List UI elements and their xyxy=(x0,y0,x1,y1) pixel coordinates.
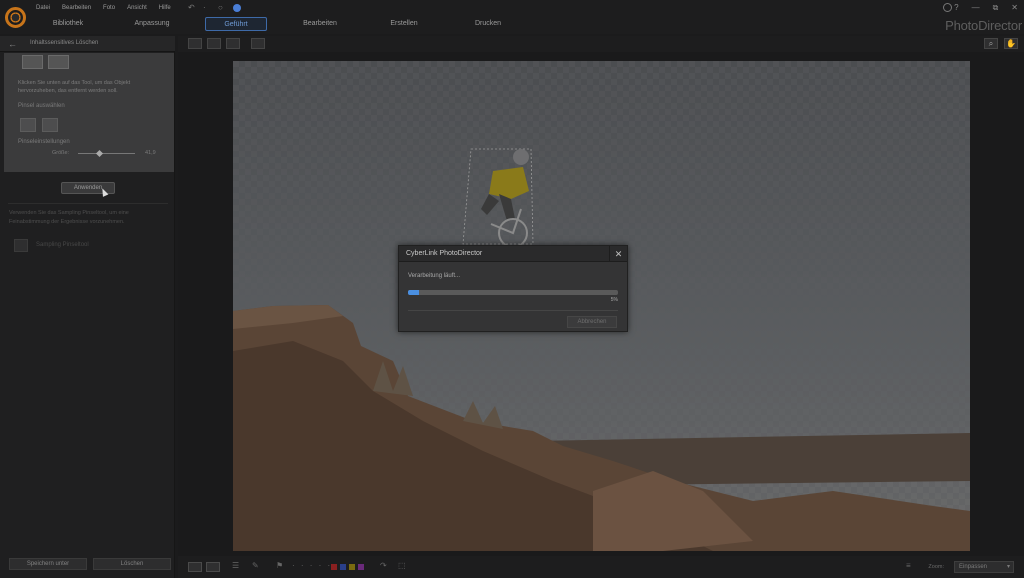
color-label-blue[interactable] xyxy=(340,564,346,570)
tab-drucken[interactable]: Drucken xyxy=(446,17,530,31)
brush-icon[interactable]: ✎ xyxy=(252,561,259,570)
maximize-button[interactable]: ⧉ xyxy=(993,3,999,13)
delete-button[interactable]: Löschen xyxy=(93,558,171,570)
brush-tool-button[interactable] xyxy=(48,55,69,69)
size-slider[interactable] xyxy=(78,149,135,158)
tool-description: Klicken Sie unten auf das Tool, um das O… xyxy=(18,80,131,94)
add-brush-button[interactable] xyxy=(20,118,36,132)
view-toolbar: ⌕ ✋ xyxy=(178,36,1024,52)
tab-gefuehrt[interactable]: Geführt xyxy=(205,17,267,31)
processing-status: Verarbeitung läuft... xyxy=(408,273,461,279)
tab-bibliothek[interactable]: Bibliothek xyxy=(26,17,110,31)
dialog-title-bar: CyberLink PhotoDirector ✕ xyxy=(399,246,627,262)
erase-brush-button[interactable] xyxy=(42,118,58,132)
fullscreen-view-button[interactable] xyxy=(251,38,265,49)
sampling-hint: Verwenden Sie das Sampling Pinseltool, u… xyxy=(9,210,129,225)
redo-icon[interactable]: · xyxy=(203,4,212,12)
help-button[interactable]: ? xyxy=(954,3,958,13)
close-window-button[interactable]: ✕ xyxy=(1011,3,1018,13)
rating-stars[interactable]: · · · · · xyxy=(292,561,332,570)
app-logo-icon xyxy=(5,7,26,28)
undo-icon[interactable]: ↶ xyxy=(188,4,197,12)
size-value: 41,9 xyxy=(145,150,156,156)
module-tabs: Bibliothek Anpassung Geführt Bearbeiten … xyxy=(26,17,530,31)
quick-actions: ↶ · ○ xyxy=(188,4,241,12)
brand-name: PhotoDirector xyxy=(945,18,1022,33)
view-options-icon[interactable]: ≡ xyxy=(906,561,911,570)
title-bar: Datei Bearbeiten Foto Ansicht Hilfe ↶ · … xyxy=(0,0,1024,34)
menu-item-bearbeiten[interactable]: Bearbeiten xyxy=(62,5,91,11)
save-as-button[interactable]: Speichern unter xyxy=(9,558,87,570)
brush-settings-label: Pinseleinstellungen xyxy=(18,139,70,145)
zoom-value: Einpassen xyxy=(959,564,988,570)
color-label-red[interactable] xyxy=(331,564,337,570)
divider xyxy=(8,203,168,204)
back-arrow-icon[interactable]: ← xyxy=(8,39,18,49)
zoom-select[interactable]: Einpassen ▾ xyxy=(954,561,1014,573)
user-account-icon[interactable] xyxy=(943,3,952,12)
tab-erstellen[interactable]: Erstellen xyxy=(362,17,446,31)
menu-item-datei[interactable]: Datei xyxy=(36,5,50,11)
split-view-button[interactable] xyxy=(206,562,220,572)
rotate-icon[interactable]: ↷ xyxy=(380,561,387,570)
menu-item-hilfe[interactable]: Hilfe xyxy=(159,5,171,11)
progress-percent: 5% xyxy=(610,297,618,303)
flag-icon[interactable]: ⚑ xyxy=(276,561,283,570)
menu-item-ansicht[interactable]: Ansicht xyxy=(127,5,147,11)
panel-header: ← Inhaltssensitives Löschen xyxy=(0,36,175,52)
zoom-tool-icon[interactable]: ⌕ xyxy=(984,38,998,49)
single-photo-button[interactable] xyxy=(188,562,202,572)
dialog-title: CyberLink PhotoDirector xyxy=(406,250,483,257)
panel-title: Inhaltssensitives Löschen xyxy=(30,40,99,46)
notification-icon[interactable] xyxy=(233,4,241,12)
dialog-divider xyxy=(408,310,618,311)
brush-select-label: Pinsel auswählen xyxy=(18,103,65,109)
chevron-down-icon: ▾ xyxy=(1006,564,1010,570)
tab-bearbeiten[interactable]: Bearbeiten xyxy=(278,17,362,31)
menu-bar: Datei Bearbeiten Foto Ansicht Hilfe xyxy=(36,5,183,11)
guided-tool-panel: ← Inhaltssensitives Löschen Klicken Sie … xyxy=(0,36,175,578)
list-icon[interactable]: ☰ xyxy=(232,561,239,570)
bottom-toolbar: ☰ ✎ ⚑ · · · · · ↷ ⬚ ≡ Zoom: Einpassen ▾ xyxy=(178,556,1024,578)
zoom-label: Zoom: xyxy=(928,564,944,570)
settings-icon[interactable]: ○ xyxy=(218,4,227,12)
crop-icon[interactable]: ⬚ xyxy=(398,561,406,570)
sampling-brush-label[interactable]: Sampling Pinseltool xyxy=(36,242,89,248)
tab-anpassung[interactable]: Anpassung xyxy=(110,17,194,31)
window-controls: ? — ⧉ ✕ xyxy=(954,3,1018,13)
smart-select-tool-button[interactable] xyxy=(22,55,43,69)
progress-bar xyxy=(408,290,618,295)
grid-view-button[interactable] xyxy=(226,38,240,49)
minimize-button[interactable]: — xyxy=(972,3,980,13)
single-view-button[interactable] xyxy=(207,38,221,49)
size-label: Größe: xyxy=(52,150,70,156)
close-icon[interactable]: ✕ xyxy=(609,246,627,262)
color-label-yellow[interactable] xyxy=(349,564,355,570)
menu-item-foto[interactable]: Foto xyxy=(103,5,115,11)
color-label-purple[interactable] xyxy=(358,564,364,570)
progress-bar-fill xyxy=(408,290,419,295)
compare-view-button[interactable] xyxy=(188,38,202,49)
cancel-button[interactable]: Abbrechen xyxy=(567,316,617,328)
hand-tool-icon[interactable]: ✋ xyxy=(1004,38,1018,49)
sampling-brush-icon[interactable] xyxy=(14,239,28,252)
processing-dialog: CyberLink PhotoDirector ✕ Verarbeitung l… xyxy=(398,245,628,332)
